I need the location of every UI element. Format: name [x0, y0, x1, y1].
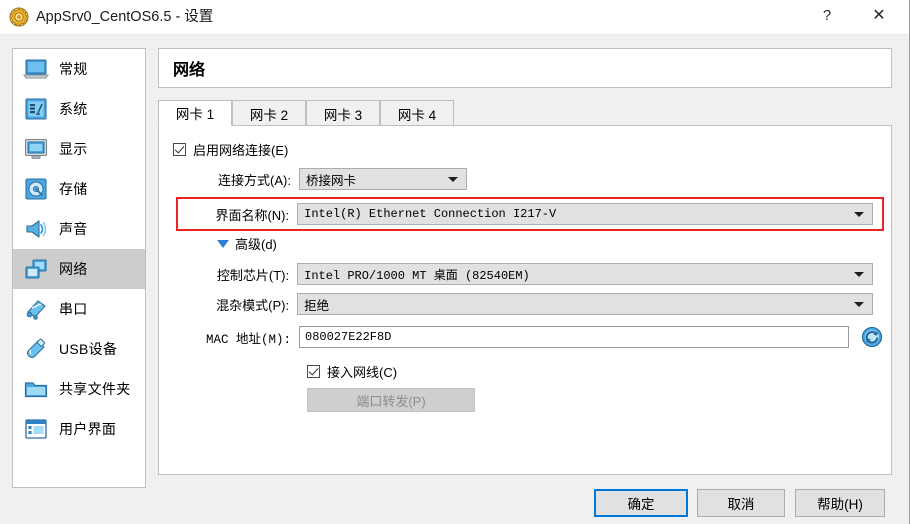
- promiscuous-mode-dropdown[interactable]: 拒绝: [297, 293, 873, 315]
- mac-address-input[interactable]: 080027E22F8D: [299, 326, 849, 348]
- sidebar-item-usb[interactable]: USB设备: [13, 329, 145, 369]
- serial-port-icon: [26, 300, 46, 320]
- adapter-tabs: 网卡 1 网卡 2 网卡 3 网卡 4: [158, 100, 892, 126]
- chevron-down-icon: [854, 212, 864, 217]
- sidebar-item-general[interactable]: 常规: [13, 49, 145, 89]
- tab-adapter-4[interactable]: 网卡 4: [380, 100, 454, 126]
- sidebar-item-label: USB设备: [59, 341, 118, 357]
- system-chip-icon: [25, 98, 47, 120]
- interface-name-dropdown[interactable]: Intel(R) Ethernet Connection I217-V: [297, 203, 873, 225]
- sidebar-item-label: 存储: [59, 181, 88, 197]
- window-title: AppSrv0_CentOS6.5 - 设置: [36, 9, 214, 25]
- title-bar: AppSrv0_CentOS6.5 - 设置 ? ✕: [0, 0, 909, 35]
- settings-sidebar: 常规 系统 显示 存储 声音 网络 串口 USB设备 共享文件夹 用户界面: [12, 48, 146, 488]
- help-button[interactable]: 帮助(H): [795, 489, 885, 517]
- speaker-icon: [26, 220, 47, 238]
- sidebar-item-audio[interactable]: 声音: [13, 209, 145, 249]
- chevron-down-icon: [448, 177, 458, 182]
- sidebar-item-label: 串口: [59, 301, 88, 317]
- checkbox-box: [173, 143, 186, 156]
- interface-name-label: 界面名称(N):: [215, 207, 290, 223]
- close-icon[interactable]: ✕: [856, 0, 902, 32]
- sidebar-item-label: 网络: [59, 261, 88, 277]
- adapter-type-value: Intel PRO/1000 MT 桌面 (82540EM): [304, 268, 530, 283]
- sidebar-item-label: 用户界面: [59, 421, 117, 437]
- advanced-expander-label: 高级(d): [235, 237, 277, 252]
- folder-icon: [24, 382, 48, 398]
- tab-adapter-2[interactable]: 网卡 2: [232, 100, 306, 126]
- promiscuous-mode-row: 混杂模式(P): 拒绝: [173, 293, 873, 315]
- port-forwarding-button[interactable]: 端口转发(P): [307, 388, 475, 412]
- usb-icon: [26, 338, 45, 359]
- interface-name-row: 界面名称(N): Intel(R) Ethernet Connection I2…: [173, 203, 873, 225]
- sidebar-item-label: 共享文件夹: [59, 381, 131, 397]
- chevron-down-icon: [854, 272, 864, 277]
- gear-icon: [9, 7, 29, 27]
- mac-address-label: MAC 地址(M):: [205, 332, 291, 347]
- sidebar-item-shared-folders[interactable]: 共享文件夹: [13, 369, 145, 409]
- sidebar-item-label: 系统: [59, 101, 88, 117]
- adapter-type-row: 控制芯片(T): Intel PRO/1000 MT 桌面 (82540EM): [173, 263, 873, 285]
- sidebar-item-user-interface[interactable]: 用户界面: [13, 409, 145, 449]
- tab-adapter-3[interactable]: 网卡 3: [306, 100, 380, 126]
- sidebar-item-system[interactable]: 系统: [13, 89, 145, 129]
- checkbox-box: [307, 365, 320, 378]
- refresh-icon[interactable]: [861, 326, 883, 348]
- sidebar-item-display[interactable]: 显示: [13, 129, 145, 169]
- enable-network-adapter-label: 启用网络连接(E): [193, 143, 289, 158]
- user-interface-icon: [25, 419, 47, 439]
- promiscuous-mode-label: 混杂模式(P):: [216, 297, 290, 313]
- display-monitor-icon: [24, 138, 48, 159]
- hard-disk-icon: [25, 178, 47, 200]
- cable-connected-label: 接入网线(C): [327, 365, 398, 380]
- sidebar-item-serial-ports[interactable]: 串口: [13, 289, 145, 329]
- attached-to-row: 连接方式(A): 桥接网卡: [173, 168, 873, 190]
- enable-network-adapter-checkbox[interactable]: 启用网络连接(E): [173, 140, 288, 159]
- chevron-down-icon: [217, 239, 229, 248]
- advanced-expander[interactable]: 高级(d): [217, 234, 277, 253]
- attached-to-label: 连接方式(A):: [218, 172, 291, 188]
- network-icon: [25, 259, 47, 279]
- adapter-type-label: 控制芯片(T):: [216, 267, 290, 283]
- sidebar-item-storage[interactable]: 存储: [13, 169, 145, 209]
- monitor-laptop-icon: [23, 59, 49, 79]
- sidebar-item-network[interactable]: 网络: [13, 249, 145, 289]
- attached-to-dropdown[interactable]: 桥接网卡: [299, 168, 467, 190]
- adapter-1-panel: 启用网络连接(E) 连接方式(A): 桥接网卡 界面名称(N): Intel(R…: [158, 125, 892, 475]
- ok-button[interactable]: 确定: [594, 489, 688, 517]
- chevron-down-icon: [854, 302, 864, 307]
- sidebar-item-label: 显示: [59, 141, 88, 157]
- sidebar-item-label: 常规: [59, 61, 88, 77]
- mac-address-value: 080027E22F8D: [305, 330, 392, 344]
- mac-address-row: MAC 地址(M): 080027E22F8D: [173, 326, 883, 348]
- page-header: 网络: [158, 48, 892, 88]
- interface-name-value: Intel(R) Ethernet Connection I217-V: [304, 207, 557, 221]
- promiscuous-mode-value: 拒绝: [304, 298, 330, 313]
- cancel-button[interactable]: 取消: [697, 489, 785, 517]
- tab-adapter-1[interactable]: 网卡 1: [158, 100, 232, 126]
- adapter-type-dropdown[interactable]: Intel PRO/1000 MT 桌面 (82540EM): [297, 263, 873, 285]
- titlebar-help-button[interactable]: ?: [804, 0, 850, 32]
- cable-connected-checkbox[interactable]: 接入网线(C): [307, 362, 397, 381]
- attached-to-value: 桥接网卡: [306, 173, 357, 188]
- sidebar-item-label: 声音: [59, 221, 88, 237]
- settings-dialog: AppSrv0_CentOS6.5 - 设置 ? ✕ 常规 系统 显示 存储 声…: [0, 0, 910, 524]
- page-title: 网络: [173, 62, 206, 79]
